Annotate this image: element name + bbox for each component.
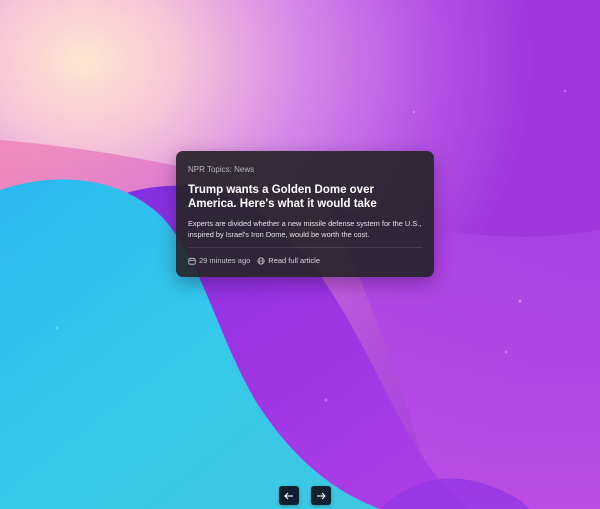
next-button[interactable] bbox=[311, 486, 331, 505]
card-divider bbox=[188, 247, 422, 248]
arrow-right-icon bbox=[317, 492, 326, 499]
read-full-article-label: Read full article bbox=[268, 256, 320, 265]
read-full-article-link[interactable]: Read full article bbox=[257, 256, 320, 265]
arrow-left-icon bbox=[284, 492, 293, 499]
previous-button[interactable] bbox=[279, 486, 299, 505]
calendar-icon bbox=[188, 257, 196, 265]
time-ago-label: 29 minutes ago bbox=[199, 256, 251, 265]
news-summary: Experts are divided whether a new missil… bbox=[188, 219, 422, 239]
news-card[interactable]: NPR Topics: News Trump wants a Golden Do… bbox=[176, 151, 434, 277]
timestamp: 29 minutes ago bbox=[188, 256, 250, 265]
desktop-screen: NPR Topics: News Trump wants a Golden Do… bbox=[0, 0, 600, 509]
news-headline[interactable]: Trump wants a Golden Dome over America. … bbox=[188, 183, 424, 211]
news-meta: 29 minutes ago Read full article bbox=[188, 255, 327, 266]
news-source: NPR Topics: News bbox=[188, 165, 255, 174]
globe-icon bbox=[257, 256, 265, 265]
